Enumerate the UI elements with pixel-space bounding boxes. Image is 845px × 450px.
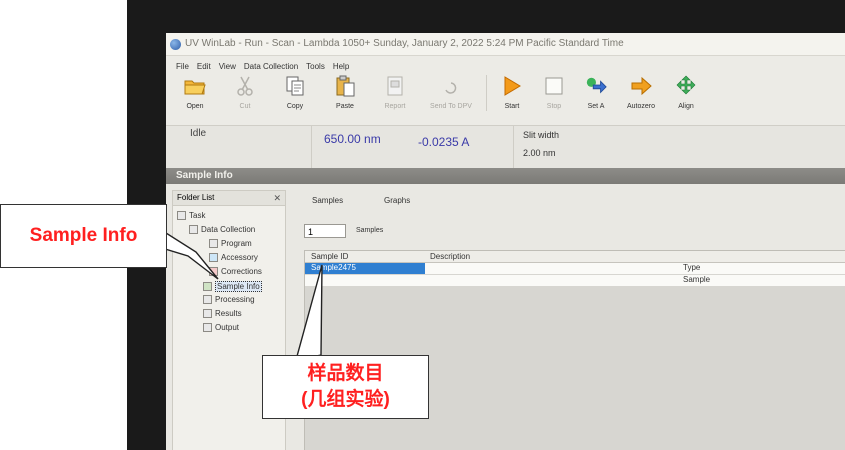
annotation-sample-count: 样品数目 (几组实验) [262,355,429,419]
arrow-to-sample-count [295,264,323,361]
annotation-sample-info-text: Sample Info [29,225,138,246]
annotation-sample-count-line1: 样品数目 [307,363,384,384]
annotation-sample-count-line2: (几组实验) [301,389,390,410]
annotation-sample-info: Sample Info [0,204,167,268]
